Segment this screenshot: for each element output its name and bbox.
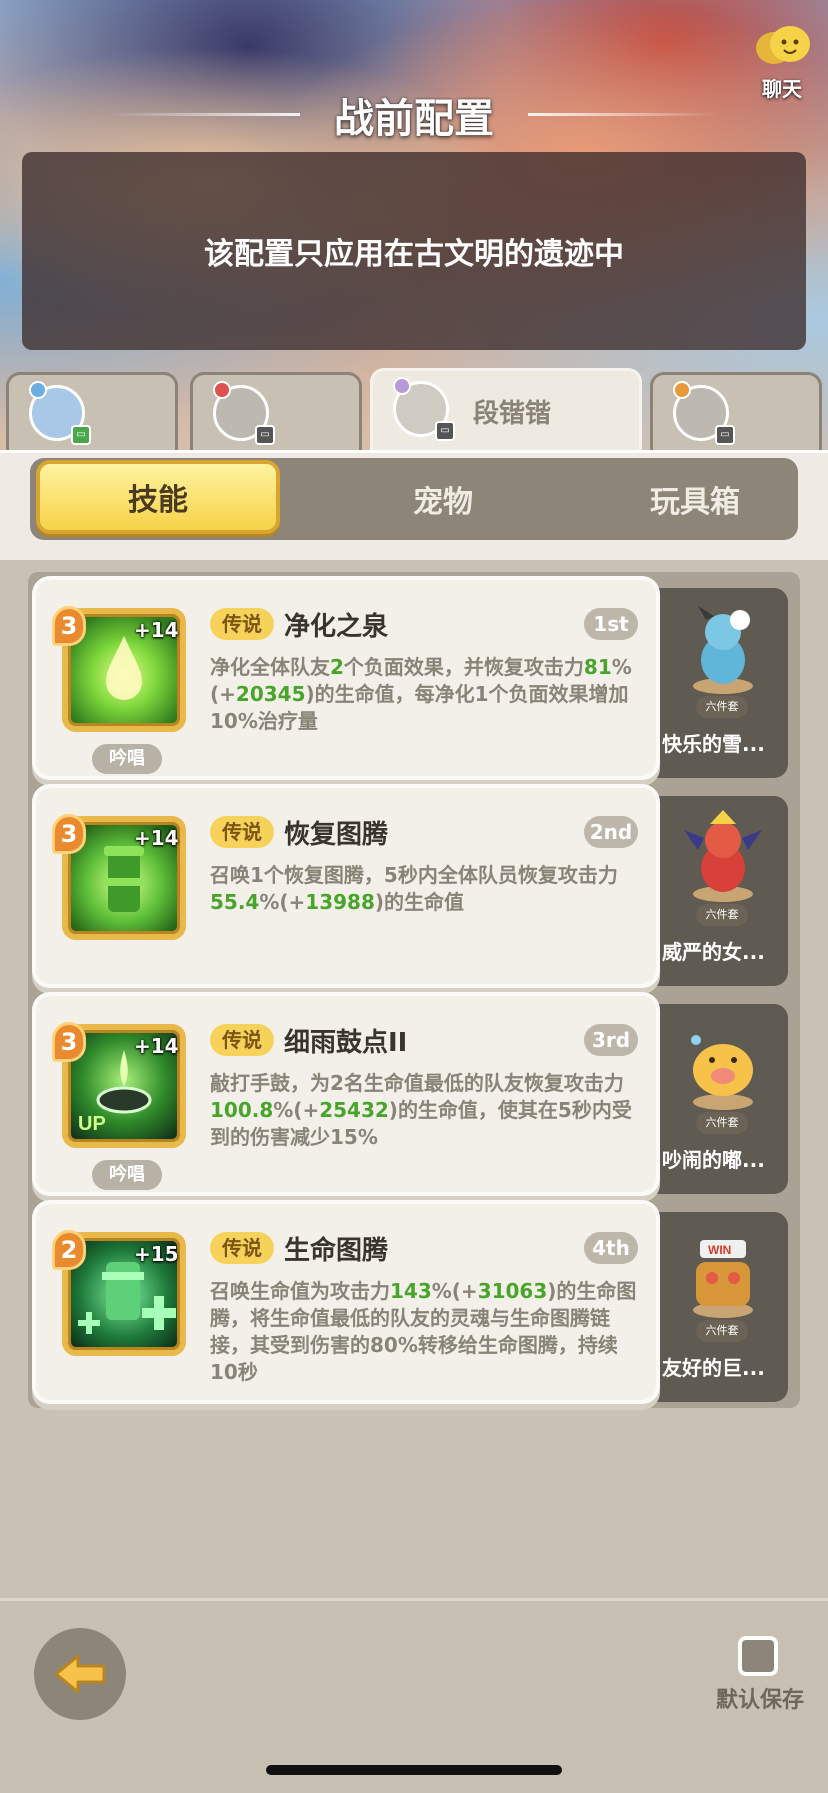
svg-text:UP: UP bbox=[78, 1113, 106, 1135]
skill-row[interactable]: 六件套 吵闹的嘟... UP 3 +14 吟唱 传说 细雨鼓点II 3rd 敲打… bbox=[36, 996, 788, 1194]
chat-label: 聊天 bbox=[762, 77, 802, 101]
pet-name: 吵闹的嘟... bbox=[662, 1148, 765, 1172]
pet-image: WIN bbox=[693, 1240, 753, 1318]
skill-name: 恢复图腾 bbox=[284, 820, 389, 850]
class-badge-icon bbox=[213, 381, 231, 399]
skill-row[interactable]: WIN 六件套 友好的巨... 2 +15 传说 生命图腾 4th 召唤生命值为… bbox=[36, 1204, 788, 1402]
chat-status-icon: ▭ bbox=[255, 425, 275, 445]
pet-tag: 六件套 bbox=[696, 1112, 748, 1134]
skill-level-badge: 3 bbox=[52, 814, 86, 854]
character-tab-1[interactable]: ▭ bbox=[6, 372, 178, 462]
pet-panel[interactable]: 六件套 快乐的雪... bbox=[638, 588, 788, 778]
chat-icon bbox=[756, 26, 810, 64]
rank-badge: 4th bbox=[584, 1232, 638, 1264]
pet-name: 威严的女... bbox=[662, 940, 765, 964]
back-button[interactable] bbox=[34, 1628, 126, 1720]
pet-panel[interactable]: 六件套 威严的女... bbox=[638, 796, 788, 986]
character-tab-4[interactable]: ▭ bbox=[650, 372, 822, 462]
arrow-left-icon bbox=[54, 1654, 106, 1694]
character-name: 段锴锴 bbox=[473, 399, 552, 429]
skill-description: 敲打手鼓，为2名生命值最低的队友恢复攻击力100.8%(+25432)的生命值，… bbox=[210, 1071, 632, 1149]
tab-toys[interactable]: 玩具箱 bbox=[570, 458, 820, 540]
character-tab-2[interactable]: ▭ bbox=[190, 372, 362, 462]
skill-name: 生命图腾 bbox=[284, 1236, 389, 1266]
tab-skills[interactable]: 技能 bbox=[36, 460, 280, 534]
chat-status-icon: ▭ bbox=[71, 425, 91, 445]
skill-card[interactable]: 3 +14 传说 恢复图腾 2nd 召唤1个恢复图腾，5秒内全体队员恢复攻击力5… bbox=[36, 788, 656, 984]
rarity-badge: 传说 bbox=[210, 1024, 274, 1056]
rarity-badge: 传说 bbox=[210, 1232, 274, 1264]
skill-plus: +15 bbox=[134, 1242, 179, 1266]
pet-image bbox=[691, 1035, 753, 1110]
rarity-badge: 传说 bbox=[210, 816, 274, 848]
character-tabs: ▭ ▭ ▭ 段锴锴 ▭ bbox=[0, 368, 828, 462]
skill-level-badge: 3 bbox=[52, 606, 86, 646]
chat-status-icon: ▭ bbox=[715, 425, 735, 445]
chat-status-icon: ▭ bbox=[435, 421, 455, 441]
chat-button[interactable]: 聊天 bbox=[742, 24, 822, 102]
skill-row[interactable]: 六件套 快乐的雪... 3 +14 吟唱 传说 净化之泉 1st 净化全体队友2… bbox=[36, 580, 788, 778]
home-indicator bbox=[266, 1765, 562, 1775]
pet-tag: 六件套 bbox=[696, 1320, 748, 1342]
class-badge-icon bbox=[393, 377, 411, 395]
tab-pets[interactable]: 宠物 bbox=[318, 458, 568, 540]
default-save-checkbox[interactable] bbox=[738, 1636, 778, 1676]
pet-panel[interactable]: 六件套 吵闹的嘟... bbox=[638, 1004, 788, 1194]
pet-name: 友好的巨... bbox=[662, 1356, 765, 1380]
skill-description: 召唤1个恢复图腾，5秒内全体队员恢复攻击力55.4%(+13988)的生命值 bbox=[210, 863, 618, 914]
pet-name: 快乐的雪... bbox=[662, 732, 765, 756]
skill-description: 召唤生命值为攻击力143%(+31063)的生命图腾，将生命值最低的队友的灵魂与… bbox=[210, 1279, 637, 1384]
svg-text:WIN: WIN bbox=[708, 1243, 731, 1257]
notice-text: 该配置只应用在古文明的遗迹中 bbox=[204, 237, 624, 272]
class-badge-icon bbox=[29, 381, 47, 399]
pet-tag: 六件套 bbox=[696, 904, 748, 926]
skill-row[interactable]: 六件套 威严的女... 3 +14 传说 恢复图腾 2nd 召唤1个恢复图腾，5… bbox=[36, 788, 788, 986]
skill-card[interactable]: UP 3 +14 吟唱 传说 细雨鼓点II 3rd 敲打手鼓，为2名生命值最低的… bbox=[36, 996, 656, 1192]
skill-name: 细雨鼓点II bbox=[284, 1028, 408, 1058]
skill-level-badge: 2 bbox=[52, 1230, 86, 1270]
character-tab-3[interactable]: ▭ 段锴锴 bbox=[370, 368, 642, 462]
skill-plus: +14 bbox=[134, 826, 179, 850]
skill-level-badge: 3 bbox=[52, 1022, 86, 1062]
chant-badge: 吟唱 bbox=[92, 1160, 162, 1190]
rank-badge: 1st bbox=[584, 608, 638, 640]
rank-badge: 2nd bbox=[584, 816, 638, 848]
skill-card[interactable]: 2 +15 传说 生命图腾 4th 召唤生命值为攻击力143%(+31063)的… bbox=[36, 1204, 656, 1400]
skill-card[interactable]: 3 +14 吟唱 传说 净化之泉 1st 净化全体队友2个负面效果，并恢复攻击力… bbox=[36, 580, 656, 776]
pet-image bbox=[684, 810, 762, 902]
rank-badge: 3rd bbox=[584, 1024, 638, 1056]
subtab-bar: 技能 宠物 玩具箱 bbox=[30, 458, 798, 540]
rarity-badge: 传说 bbox=[210, 608, 274, 640]
skill-plus: +14 bbox=[134, 618, 179, 642]
notice-box: 该配置只应用在古文明的遗迹中 bbox=[22, 152, 806, 350]
pet-image bbox=[693, 606, 753, 694]
pet-tag: 六件套 bbox=[696, 696, 748, 718]
class-badge-icon bbox=[673, 381, 691, 399]
skill-plus: +14 bbox=[134, 1034, 179, 1058]
pet-panel[interactable]: WIN 六件套 友好的巨... bbox=[638, 1212, 788, 1402]
chant-badge: 吟唱 bbox=[92, 744, 162, 774]
page-title: 战前配置 bbox=[334, 96, 494, 142]
default-save-label: 默认保存 bbox=[716, 1688, 805, 1713]
skill-name: 净化之泉 bbox=[284, 612, 389, 642]
skill-description: 净化全体队友2个负面效果，并恢复攻击力81%(+20345)的生命值，每净化1个… bbox=[210, 655, 632, 733]
